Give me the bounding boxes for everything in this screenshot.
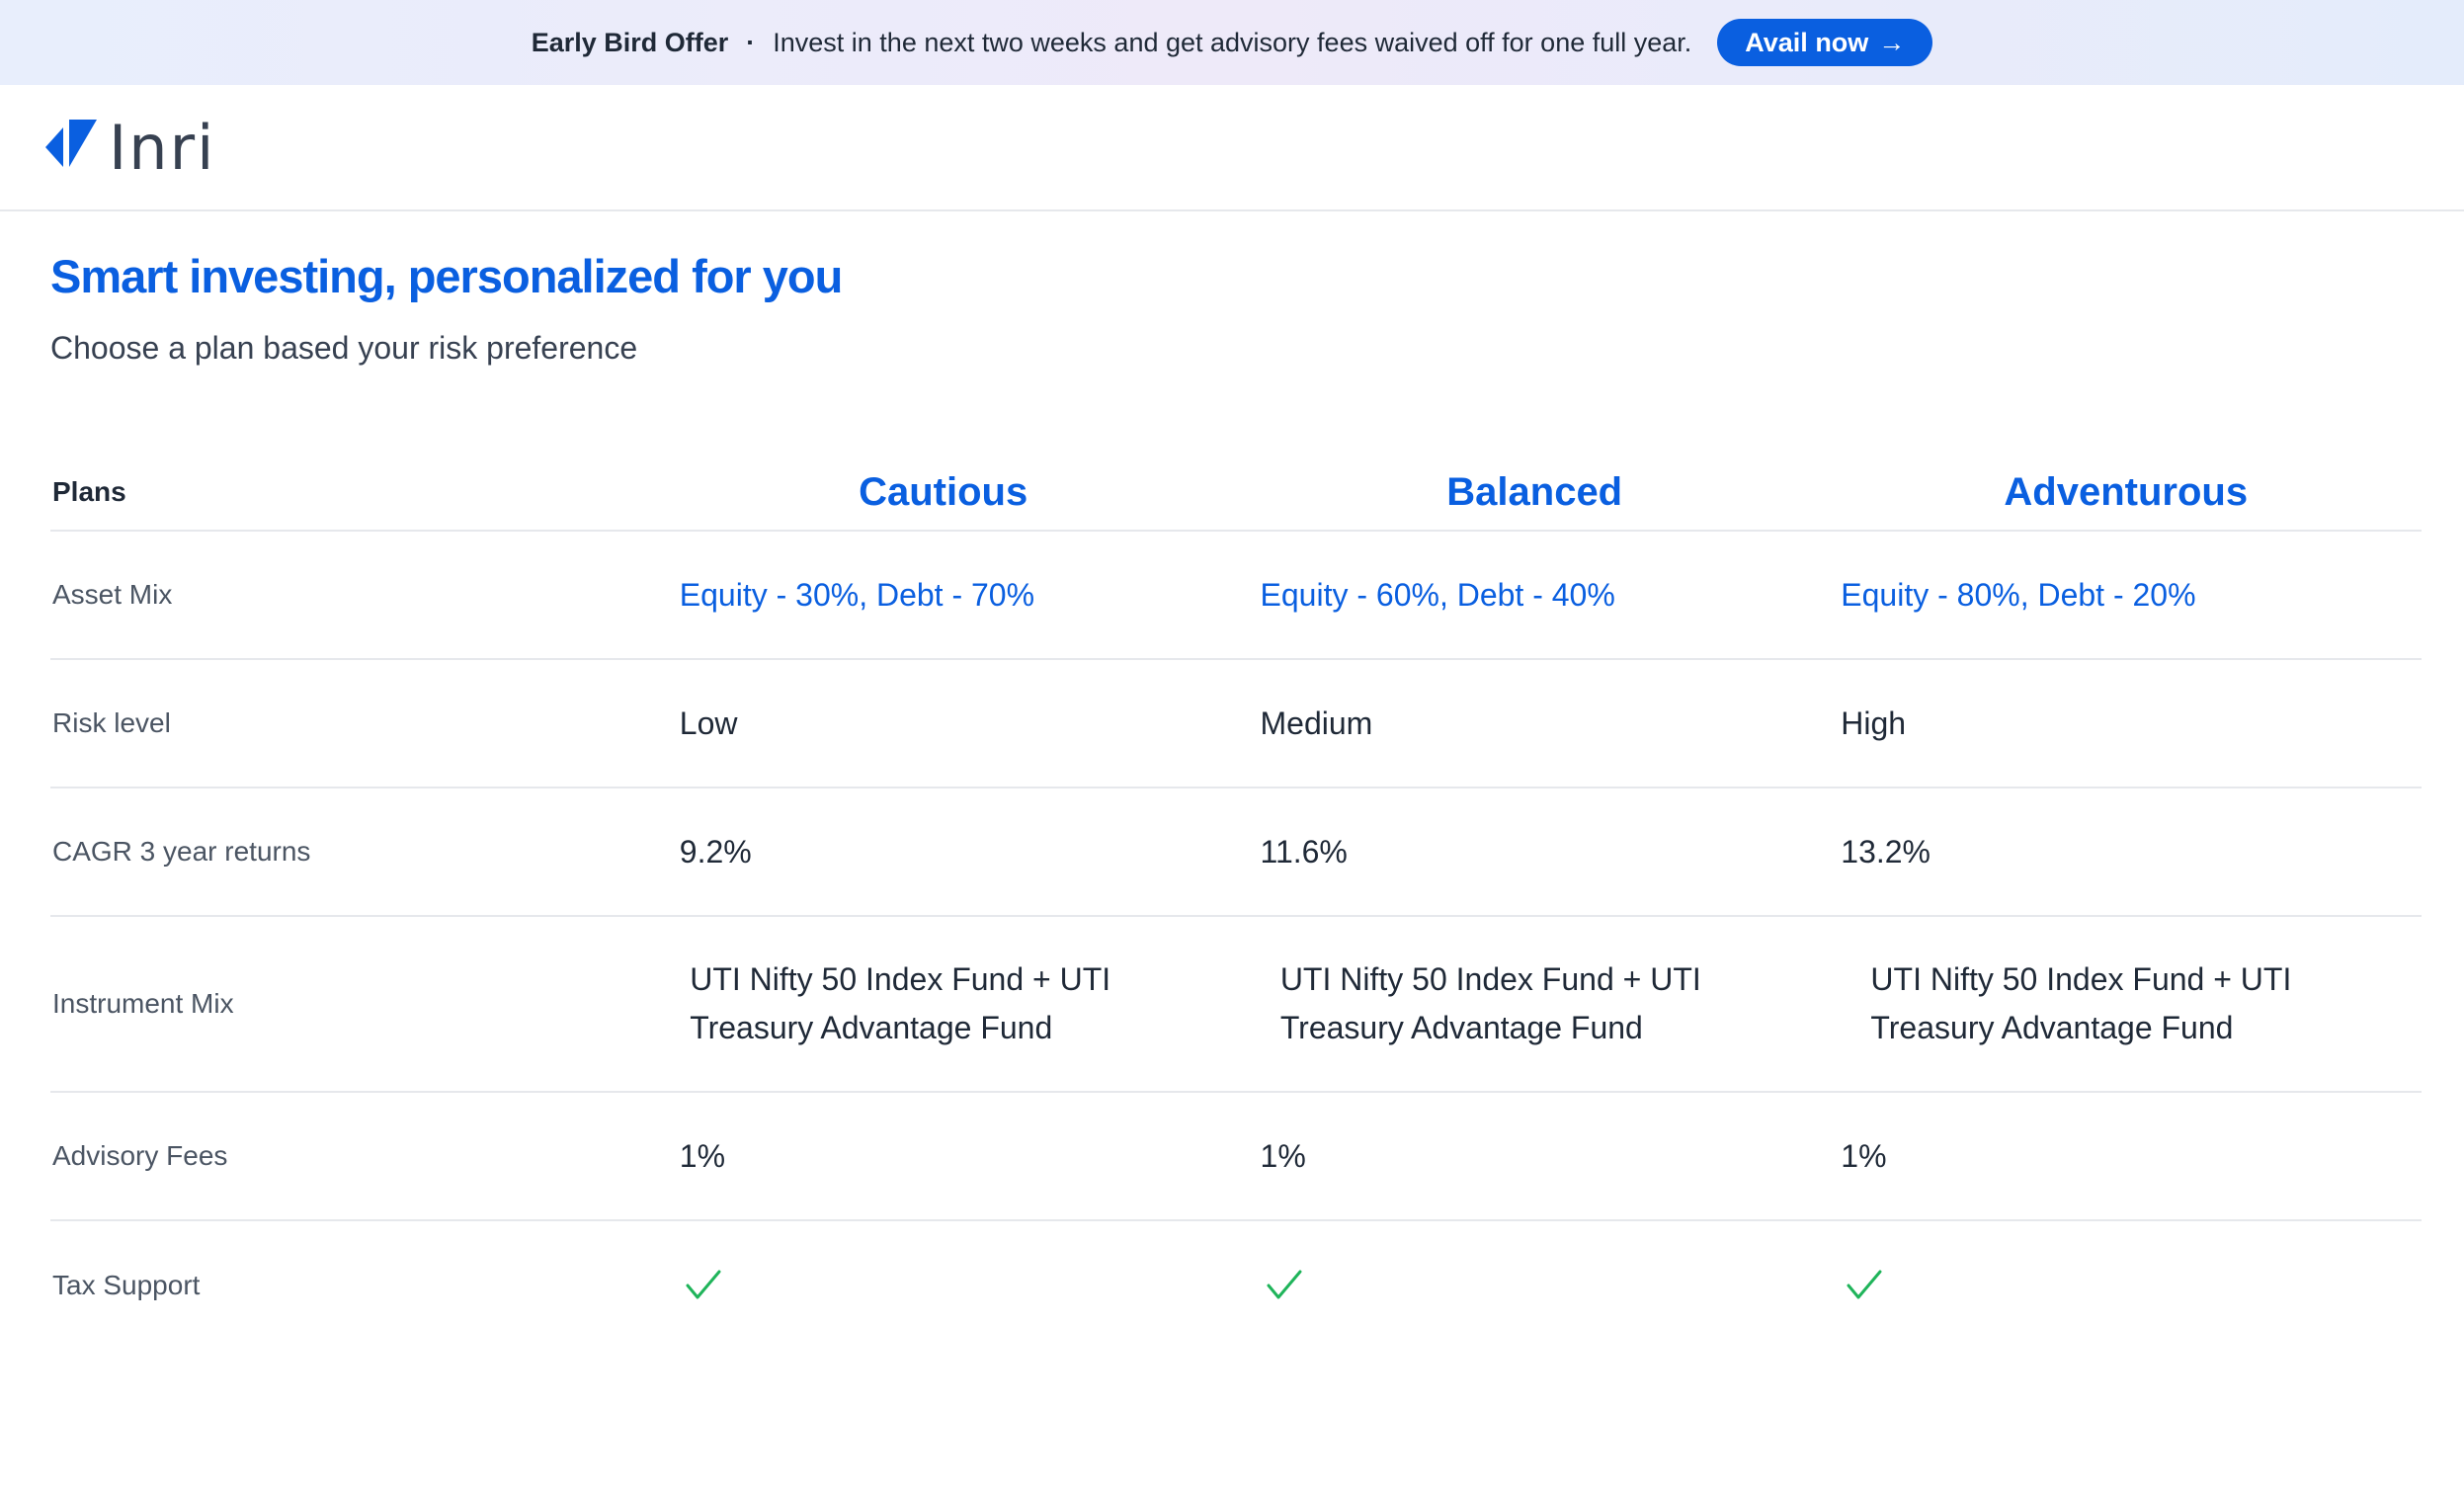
cell-risk-balanced: Medium xyxy=(1260,705,1373,741)
cell-risk-cautious: Low xyxy=(679,705,738,741)
cell-instrument-cautious: UTI Nifty 50 Index Fund + UTI Treasury A… xyxy=(690,961,1111,1045)
promo-banner: Early Bird Offer · Invest in the next tw… xyxy=(0,0,2464,85)
cell-risk-adventurous: High xyxy=(1841,705,1907,741)
plans-header-label: Plans xyxy=(52,476,126,507)
table-row: CAGR 3 year returns 9.2% 11.6% 13.2% xyxy=(50,788,2422,917)
check-icon xyxy=(1847,1270,1882,1299)
cell-instrument-balanced: UTI Nifty 50 Index Fund + UTI Treasury A… xyxy=(1279,961,1701,1045)
table-row: Tax Support xyxy=(50,1221,2422,1350)
plans-comparison-table: Plans Cautious Balanced Adventurous Asse… xyxy=(50,455,2422,1350)
cell-asset-mix-cautious: Equity - 30%, Debt - 70% xyxy=(679,576,1035,613)
avail-now-button[interactable]: Avail now → xyxy=(1717,19,1933,66)
cell-tax-cautious xyxy=(680,1266,1261,1305)
page-subtitle: Choose a plan based your risk preference xyxy=(50,330,638,366)
cell-asset-mix-balanced: Equity - 60%, Debt - 40% xyxy=(1260,576,1615,613)
table-row: Asset Mix Equity - 30%, Debt - 70% Equit… xyxy=(50,532,2422,660)
plan-header-adventurous: Adventurous xyxy=(2004,469,2249,514)
cell-fees-cautious: 1% xyxy=(679,1137,726,1174)
plan-header-cautious: Cautious xyxy=(859,469,1028,514)
cell-tax-balanced xyxy=(1261,1266,1842,1305)
cell-cagr-adventurous: 13.2% xyxy=(1841,833,1930,870)
row-label-tax-support: Tax Support xyxy=(52,1270,201,1300)
cell-cagr-balanced: 11.6% xyxy=(1260,833,1348,870)
brand-logo[interactable]: Inri xyxy=(43,112,215,184)
logo-mark-icon xyxy=(45,120,97,167)
banner-separator: · xyxy=(746,27,756,57)
check-icon xyxy=(1267,1270,1302,1299)
cell-fees-adventurous: 1% xyxy=(1841,1137,1887,1174)
plan-header-balanced: Balanced xyxy=(1446,469,1623,514)
row-label-instrument-mix: Instrument Mix xyxy=(52,988,234,1019)
cell-tax-adventurous xyxy=(1841,1266,2422,1305)
table-row: Instrument Mix UTI Nifty 50 Index Fund +… xyxy=(50,917,2422,1093)
row-label-cagr: CAGR 3 year returns xyxy=(52,836,311,867)
row-label-asset-mix: Asset Mix xyxy=(52,579,173,610)
table-header-row: Plans Cautious Balanced Adventurous xyxy=(50,455,2422,532)
table-row: Risk level Low Medium High xyxy=(50,660,2422,788)
check-icon xyxy=(686,1270,721,1299)
row-label-advisory-fees: Advisory Fees xyxy=(52,1140,228,1171)
cell-cagr-cautious: 9.2% xyxy=(679,833,752,870)
avail-now-label: Avail now xyxy=(1745,27,1869,57)
arrow-right-icon: → xyxy=(1878,27,1906,57)
offer-message: Invest in the next two weeks and get adv… xyxy=(773,27,1692,57)
offer-title: Early Bird Offer xyxy=(531,27,729,57)
site-header: Inri xyxy=(0,85,2464,211)
table-row: Advisory Fees 1% 1% 1% xyxy=(50,1093,2422,1221)
cell-instrument-adventurous: UTI Nifty 50 Index Fund + UTI Treasury A… xyxy=(1870,961,2292,1045)
brand-name: Inri xyxy=(109,111,216,184)
row-label-risk-level: Risk level xyxy=(52,707,171,738)
cell-asset-mix-adventurous: Equity - 80%, Debt - 20% xyxy=(1841,576,2196,613)
page-title: Smart investing, personalized for you xyxy=(50,250,843,302)
cell-fees-balanced: 1% xyxy=(1260,1137,1306,1174)
